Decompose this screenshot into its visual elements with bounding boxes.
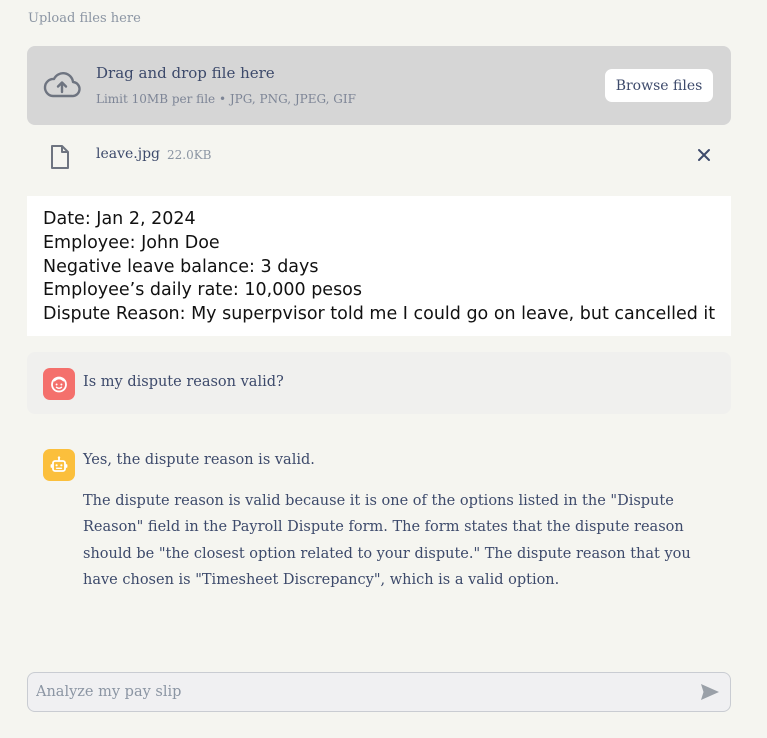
file-name: leave.jpg	[96, 146, 161, 162]
send-icon[interactable]	[700, 683, 720, 701]
uploaded-file-row: leave.jpg 22.0KB	[27, 138, 731, 174]
browse-files-button[interactable]: Browse files	[604, 68, 714, 103]
chat-input[interactable]	[36, 673, 686, 711]
preview-line-dispute-reason: Dispute Reason: My superpvisor told me I…	[43, 304, 716, 325]
close-icon[interactable]	[697, 148, 711, 162]
file-size: 22.0KB	[167, 148, 212, 162]
assistant-message-body: The dispute reason is valid because it i…	[83, 493, 691, 588]
preview-line-employee: Employee: John Doe	[43, 232, 220, 253]
cloud-upload-icon	[43, 72, 81, 98]
chat-input-box[interactable]	[27, 672, 731, 712]
user-avatar-icon	[43, 368, 75, 400]
uploaded-image-preview: Date: Jan 2, 2024 Employee: John Doe Neg…	[27, 196, 731, 336]
dropzone-title: Drag and drop file here	[96, 64, 275, 82]
user-message: Is my dispute reason valid?	[27, 352, 731, 414]
file-icon	[51, 145, 69, 169]
dropzone-limits: Limit 10MB per file • JPG, PNG, JPEG, GI…	[96, 92, 356, 106]
upload-label: Upload files here	[28, 11, 141, 26]
preview-line-date: Date: Jan 2, 2024	[43, 209, 196, 229]
preview-line-daily-rate: Employee’s daily rate: 10,000 pesos	[43, 280, 363, 301]
file-dropzone[interactable]: Drag and drop file here Limit 10MB per f…	[27, 46, 731, 125]
assistant-message-summary: Yes, the dispute reason is valid.	[83, 452, 315, 468]
user-message-text: Is my dispute reason valid?	[83, 374, 284, 390]
robot-avatar-icon	[43, 449, 75, 481]
preview-line-leave-balance: Negative leave balance: 3 days	[43, 256, 319, 277]
